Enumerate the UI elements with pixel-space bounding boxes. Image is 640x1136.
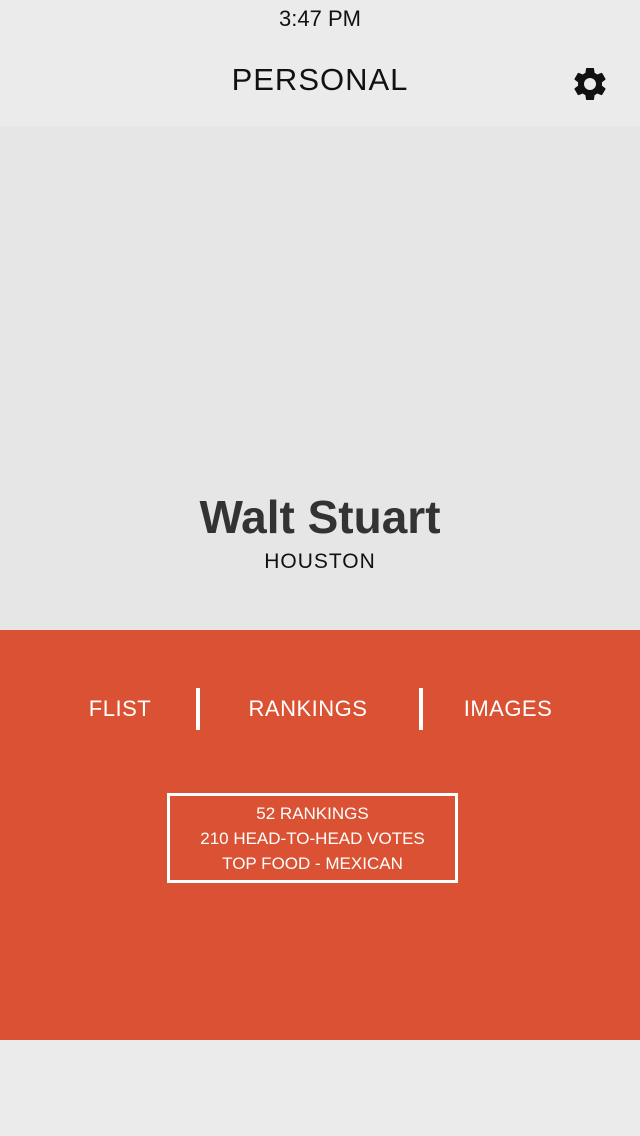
profile-hero: Walt Stuart HOUSTON	[0, 126, 640, 630]
tab-images[interactable]: IMAGES	[448, 696, 568, 722]
tab-rankings[interactable]: RANKINGS	[228, 696, 388, 722]
status-bar: 3:47 PM	[0, 0, 640, 40]
tab-flist[interactable]: FLIST	[70, 696, 170, 722]
footer	[0, 1040, 640, 1136]
user-city: HOUSTON	[264, 550, 376, 573]
nav-bar: PERSONAL	[0, 40, 640, 126]
stat-top-food: TOP FOOD - MEXICAN	[222, 853, 403, 873]
user-name: Walt Stuart	[199, 491, 441, 543]
profile-panel: FLIST RANKINGS IMAGES 52 RANKINGS 210 HE…	[0, 630, 640, 1040]
status-time: 3:47 PM	[279, 6, 361, 31]
tab-divider	[196, 688, 200, 730]
gear-icon	[574, 67, 606, 100]
stat-rankings: 52 RANKINGS	[256, 803, 369, 823]
page-title: PERSONAL	[231, 62, 409, 97]
stat-votes: 210 HEAD-TO-HEAD VOTES	[200, 828, 425, 848]
settings-button[interactable]	[566, 60, 614, 108]
stats-box: 52 RANKINGS 210 HEAD-TO-HEAD VOTES TOP F…	[167, 793, 458, 883]
tab-divider	[419, 688, 423, 730]
